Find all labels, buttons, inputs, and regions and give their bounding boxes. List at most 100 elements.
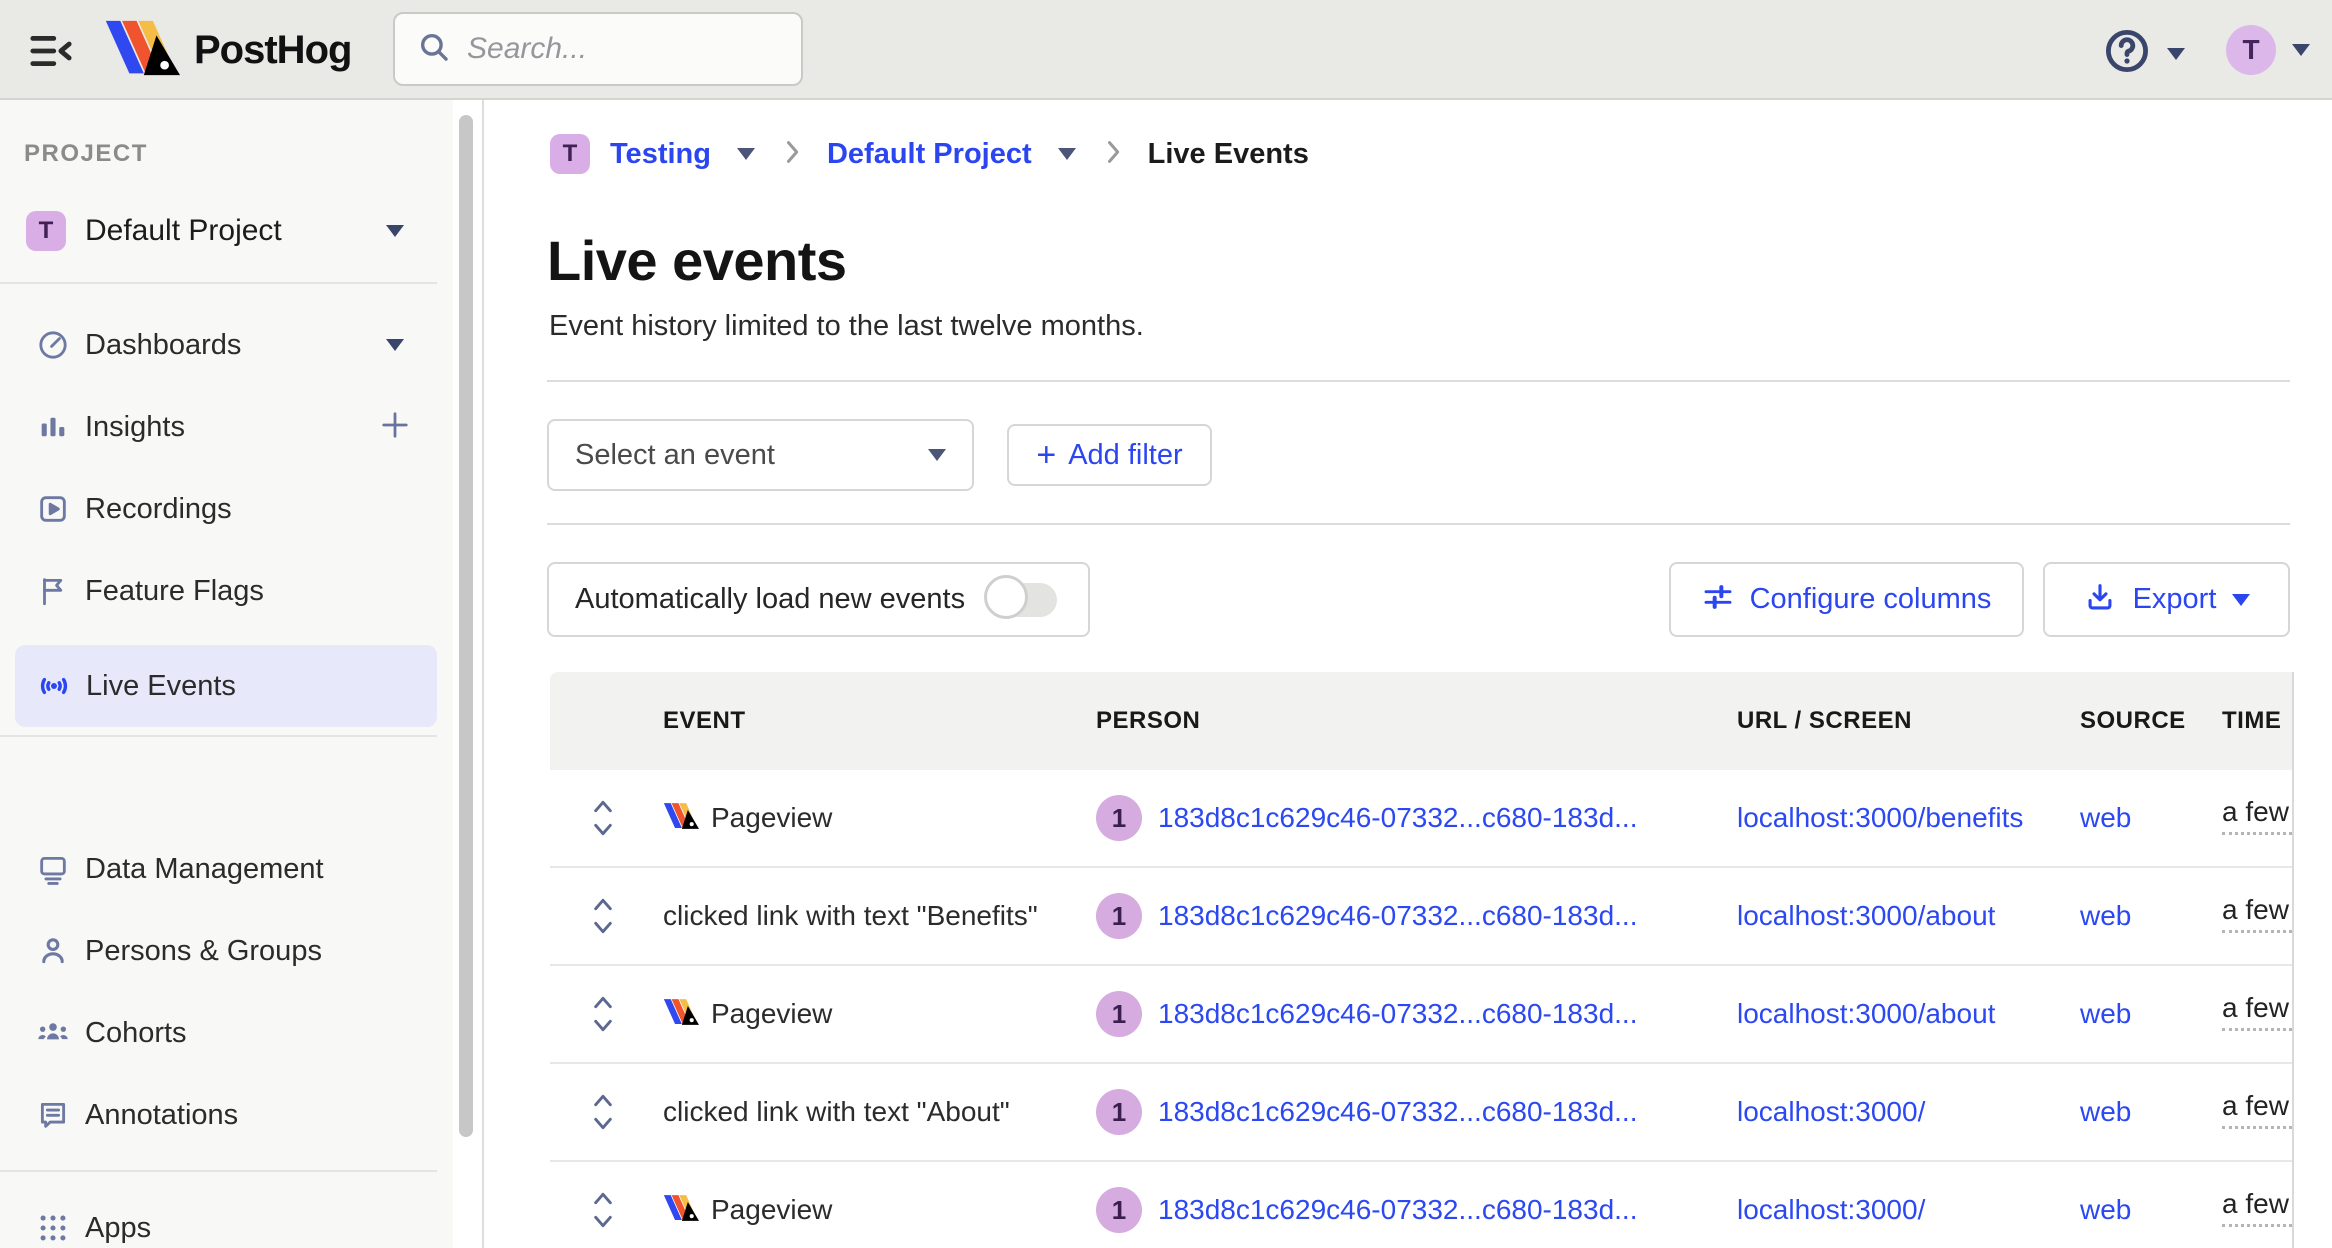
posthog-event-icon (663, 802, 699, 835)
url-link[interactable]: localhost:3000/benefits (1737, 802, 2023, 833)
event-time: a few (2222, 1188, 2294, 1227)
person-link[interactable]: 183d8c1c629c46-07332...c680-183d... (1158, 900, 1638, 932)
help-icon (2103, 27, 2151, 80)
source-link[interactable]: web (2080, 1194, 2131, 1225)
source-link[interactable]: web (2080, 998, 2131, 1029)
row-expander[interactable] (550, 794, 655, 842)
sidebar-item-persons-groups[interactable]: Persons & Groups (0, 910, 437, 992)
chevron-down-icon (386, 225, 404, 237)
row-expander[interactable] (550, 1088, 655, 1136)
person-count-badge[interactable]: 1 (1096, 1089, 1142, 1135)
add-filter-button[interactable]: + Add filter (1007, 424, 1212, 486)
project-name: Default Project (85, 214, 282, 248)
posthog-app: PostHog Search... T PROJECT T Default Pr… (0, 0, 2332, 1248)
source-link[interactable]: web (2080, 802, 2131, 833)
sidebar-divider (482, 100, 484, 1248)
sidebar-item-dashboards[interactable]: Dashboards (0, 304, 437, 386)
search-icon (417, 30, 451, 69)
sidebar-item-data-management[interactable]: Data Management (0, 828, 437, 910)
posthog-logo[interactable]: PostHog (104, 18, 351, 83)
sidebar-item-apps[interactable]: Apps (0, 1187, 437, 1248)
table-header-row: EVENT PERSON URL / SCREEN SOURCE TIME (550, 672, 2294, 770)
url-link[interactable]: localhost:3000/about (1737, 998, 1995, 1029)
download-icon (2083, 580, 2117, 619)
export-label: Export (2133, 583, 2217, 616)
help-menu-button[interactable] (2103, 27, 2185, 80)
row-expander[interactable] (550, 892, 655, 940)
event-time: a few (2222, 1090, 2294, 1129)
event-name: Pageview (711, 1194, 832, 1226)
table-row: Pageview 1 183d8c1c629c46-07332...c680-1… (550, 770, 2294, 866)
row-expander[interactable] (550, 1186, 655, 1234)
sidebar-item-feature-flags[interactable]: Feature Flags (0, 550, 437, 632)
autoload-label: Automatically load new events (575, 583, 965, 616)
chevron-down-icon (2292, 44, 2310, 56)
divider (547, 380, 2290, 382)
column-header-person: PERSON (1085, 707, 1735, 735)
column-header-time: TIME (2220, 707, 2294, 735)
table-row: clicked link with text "Benefits" 1 183d… (550, 866, 2294, 964)
url-link[interactable]: localhost:3000/ (1737, 1194, 1925, 1225)
posthog-logo-text: PostHog (194, 28, 351, 73)
toggle-knob (984, 575, 1028, 619)
breadcrumb: T Testing Default Project Live Events (550, 134, 1309, 174)
source-link[interactable]: web (2080, 1096, 2131, 1127)
column-header-url-screen: URL / SCREEN (1735, 707, 2078, 735)
event-select[interactable]: Select an event (547, 419, 974, 491)
play-box-icon (36, 492, 70, 526)
configure-columns-label: Configure columns (1750, 583, 1992, 616)
sidebar-item-cohorts[interactable]: Cohorts (0, 992, 437, 1074)
url-link[interactable]: localhost:3000/ (1737, 1096, 1925, 1127)
plus-icon: + (1036, 436, 1056, 475)
breadcrumb-separator-icon (783, 138, 801, 171)
monitor-icon (36, 852, 70, 886)
divider (547, 523, 2290, 525)
project-avatar: T (26, 211, 66, 251)
configure-columns-button[interactable]: Configure columns (1669, 562, 2024, 637)
breadcrumb-item-testing[interactable]: Testing (610, 138, 711, 171)
person-count-badge[interactable]: 1 (1096, 795, 1142, 841)
event-time: a few (2222, 992, 2294, 1031)
collapse-menu-icon (28, 59, 74, 76)
project-section-label: PROJECT (24, 140, 148, 168)
sidebar-collapse-button[interactable] (28, 30, 74, 77)
apps-grid-icon (36, 1211, 70, 1245)
source-link[interactable]: web (2080, 900, 2131, 931)
chevron-down-icon (928, 449, 946, 461)
project-switcher[interactable]: T Default Project (0, 190, 437, 272)
new-insight-plus-icon[interactable] (380, 410, 410, 445)
export-button[interactable]: Export (2043, 562, 2290, 637)
sidebar-scrollbar[interactable] (459, 115, 473, 1137)
people-icon (36, 1016, 70, 1050)
table-row: clicked link with text "About" 1 183d8c1… (550, 1062, 2294, 1160)
sidebar-item-recordings[interactable]: Recordings (0, 468, 437, 550)
breadcrumb-separator-icon (1104, 138, 1122, 171)
breadcrumb-item-default-project[interactable]: Default Project (827, 138, 1032, 171)
person-icon (36, 934, 70, 968)
person-count-badge[interactable]: 1 (1096, 991, 1142, 1037)
person-count-badge[interactable]: 1 (1096, 1187, 1142, 1233)
sidebar-item-live-events[interactable]: Live Events (15, 645, 437, 727)
url-link[interactable]: localhost:3000/about (1737, 900, 1995, 931)
person-link[interactable]: 183d8c1c629c46-07332...c680-183d... (1158, 998, 1638, 1030)
person-link[interactable]: 183d8c1c629c46-07332...c680-183d... (1158, 1096, 1638, 1128)
search-input[interactable]: Search... (393, 12, 803, 86)
posthog-event-icon (663, 1194, 699, 1227)
live-events-table: EVENT PERSON URL / SCREEN SOURCE TIME Pa… (550, 672, 2294, 1248)
row-expander[interactable] (550, 990, 655, 1038)
sidebar-item-annotations[interactable]: Annotations (0, 1074, 437, 1156)
sidebar-item-insights[interactable]: Insights (0, 386, 437, 468)
chevron-down-icon[interactable] (737, 148, 755, 160)
table-row: Pageview 1 183d8c1c629c46-07332...c680-1… (550, 1160, 2294, 1248)
flag-icon (36, 574, 70, 608)
person-count-badge[interactable]: 1 (1096, 893, 1142, 939)
breadcrumb-project-avatar: T (550, 134, 590, 174)
autoload-toggle-control[interactable]: Automatically load new events (547, 562, 1090, 637)
person-link[interactable]: 183d8c1c629c46-07332...c680-183d... (1158, 1194, 1638, 1226)
user-menu-button[interactable]: T (2226, 25, 2310, 75)
table-row: Pageview 1 183d8c1c629c46-07332...c680-1… (550, 964, 2294, 1062)
chevron-down-icon[interactable] (1058, 148, 1076, 160)
person-link[interactable]: 183d8c1c629c46-07332...c680-183d... (1158, 802, 1638, 834)
divider (0, 735, 437, 737)
autoload-toggle[interactable] (989, 583, 1057, 617)
